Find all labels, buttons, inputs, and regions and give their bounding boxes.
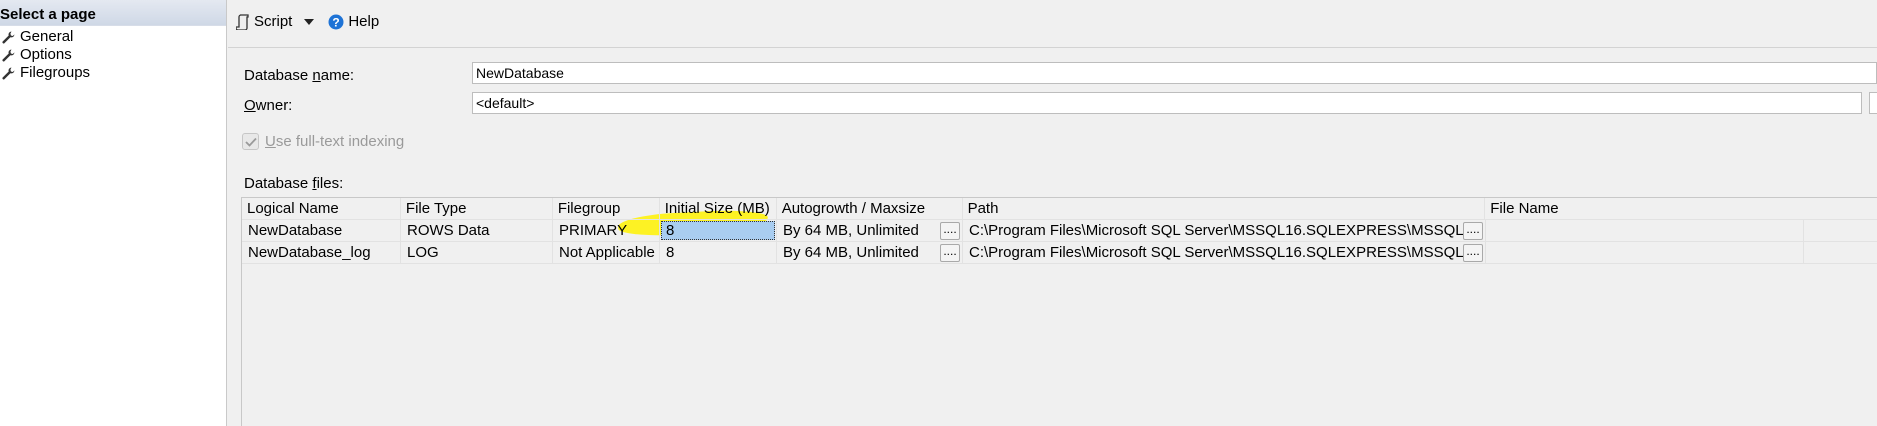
column-header-logical-name[interactable]: Logical Name	[242, 198, 401, 219]
cell-initial-size[interactable]: 8	[660, 242, 777, 263]
path-ellipsis-button[interactable]: ....	[1463, 222, 1483, 240]
autogrowth-ellipsis-button[interactable]: ....	[940, 244, 960, 262]
grid-header: Logical Name File Type Filegroup Initial…	[242, 198, 1877, 220]
chevron-down-icon[interactable]	[304, 18, 315, 25]
autogrowth-ellipsis-button[interactable]: ....	[940, 222, 960, 240]
sidebar-item-label: Options	[20, 46, 72, 63]
owner-browse-button[interactable]	[1869, 92, 1877, 114]
svg-text:?: ?	[333, 15, 340, 29]
general-page-content: Script ? Help Database name: NewDatabase…	[228, 0, 1877, 426]
cell-path[interactable]: C:\Program Files\Microsoft SQL Server\MS…	[963, 220, 1486, 241]
column-header-initial-size[interactable]: Initial Size (MB)	[660, 198, 777, 219]
cell-selection	[661, 221, 775, 240]
cell-filegroup[interactable]: PRIMARY	[553, 220, 660, 241]
script-icon	[236, 13, 249, 30]
wrench-icon	[2, 49, 15, 61]
wrench-icon	[2, 67, 15, 79]
page-list: General Options Filegroups	[0, 28, 226, 82]
owner-field[interactable]: <default>	[472, 92, 1862, 114]
cell-initial-size-value: 8	[666, 222, 675, 239]
column-header-filegroup[interactable]: Filegroup	[553, 198, 660, 219]
cell-file-type[interactable]: ROWS Data	[401, 220, 553, 241]
cell-initial-size[interactable]: 8	[660, 220, 777, 241]
column-header-autogrowth[interactable]: Autogrowth / Maxsize	[777, 198, 963, 219]
fulltext-indexing-option[interactable]: Use full-text indexing	[242, 133, 404, 150]
database-name-label: Database name:	[244, 67, 355, 84]
database-files-grid: Logical Name File Type Filegroup Initial…	[241, 197, 1877, 426]
fulltext-indexing-label: Use full-text indexing	[265, 133, 405, 150]
cell-autogrowth-value: By 64 MB, Unlimited	[783, 244, 919, 261]
toolbar: Script ? Help	[228, 0, 1877, 48]
table-row[interactable]: NewDatabase ROWS Data PRIMARY 8 By 64 MB…	[242, 220, 1877, 242]
column-header-path[interactable]: Path	[963, 198, 1486, 219]
table-row[interactable]: NewDatabase_log LOG Not Applicable 8 By …	[242, 242, 1877, 264]
sidebar-item-label: General	[20, 28, 74, 45]
cell-autogrowth-value: By 64 MB, Unlimited	[783, 222, 919, 239]
cell-file-type[interactable]: LOG	[401, 242, 553, 263]
cell-file-name[interactable]	[1486, 242, 1804, 263]
help-icon: ?	[328, 14, 344, 29]
database-files-label: Database files:	[244, 175, 344, 192]
sidebar-item-label: Filegroups	[20, 64, 91, 81]
owner-label: Owner:	[244, 97, 293, 114]
column-header-file-name[interactable]: File Name	[1485, 198, 1877, 219]
sidebar-item-general[interactable]: General	[0, 28, 226, 46]
cell-logical-name[interactable]: NewDatabase	[242, 220, 401, 241]
cell-path-value: C:\Program Files\Microsoft SQL Server\MS…	[969, 244, 1481, 261]
column-header-file-type[interactable]: File Type	[401, 198, 553, 219]
cell-autogrowth[interactable]: By 64 MB, Unlimited ....	[777, 220, 963, 241]
cell-logical-name[interactable]: NewDatabase_log	[242, 242, 401, 263]
sidebar-item-filegroups[interactable]: Filegroups	[0, 64, 226, 82]
help-label: Help	[348, 13, 380, 30]
page-selector-pane: Select a page General Options Filegroups	[0, 0, 227, 426]
sidebar-item-options[interactable]: Options	[0, 46, 226, 64]
cell-file-name[interactable]	[1486, 220, 1804, 241]
cell-autogrowth[interactable]: By 64 MB, Unlimited ....	[777, 242, 963, 263]
cell-path[interactable]: C:\Program Files\Microsoft SQL Server\MS…	[963, 242, 1486, 263]
cell-path-value: C:\Program Files\Microsoft SQL Server\MS…	[969, 222, 1481, 239]
help-button[interactable]: ? Help	[328, 13, 379, 30]
wrench-icon	[2, 31, 15, 43]
script-label: Script	[254, 13, 293, 30]
database-name-field[interactable]: NewDatabase	[472, 62, 1877, 84]
fulltext-indexing-checkbox[interactable]	[242, 133, 259, 150]
checkmark-icon	[244, 137, 257, 147]
page-selector-header: Select a page	[0, 0, 226, 26]
path-ellipsis-button[interactable]: ....	[1463, 244, 1483, 262]
cell-filegroup[interactable]: Not Applicable	[553, 242, 660, 263]
script-button[interactable]: Script	[236, 13, 320, 30]
